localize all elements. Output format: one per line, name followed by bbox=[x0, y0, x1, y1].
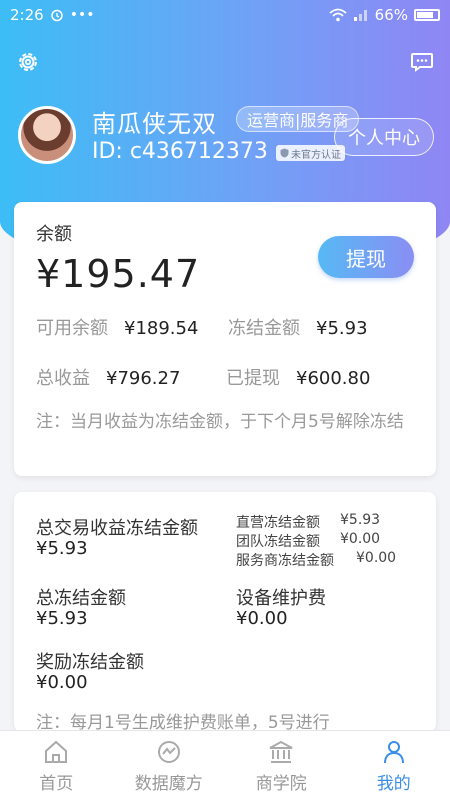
direct-frozen: 直营冻结金额 ¥5.93 bbox=[236, 512, 380, 532]
frozen-value: ¥5.93 bbox=[316, 318, 368, 339]
wifi-icon bbox=[329, 8, 347, 22]
frozen-details-card: 总交易收益冻结金额 ¥5.93 直营冻结金额 ¥5.93 团队冻结金额 ¥0.00 … bbox=[14, 492, 436, 733]
gear-icon bbox=[19, 53, 37, 71]
avatar[interactable] bbox=[18, 106, 76, 164]
balance-card: 余额 ¥195.47 提现 可用余额 ¥189.54 冻结金额 ¥5.93 总收益 ¥… bbox=[14, 202, 436, 476]
service-frozen: 服务商冻结金额 ¥0.00 bbox=[236, 550, 396, 570]
message-button[interactable] bbox=[408, 48, 436, 76]
status-time: 2:26 bbox=[10, 6, 44, 24]
maintenance-fee-value: ¥0.00 bbox=[236, 608, 288, 629]
tab-mine[interactable]: 我的 bbox=[338, 731, 450, 800]
withdrawn: 已提现 ¥600.80 bbox=[226, 364, 370, 390]
nickname: 南瓜侠无双 bbox=[92, 110, 217, 138]
total-income-label: 总收益 bbox=[36, 368, 90, 389]
official-badge-text: 未官方认证 bbox=[291, 149, 341, 161]
tab-mine-label: 我的 bbox=[376, 773, 411, 794]
available-balance: 可用余额 ¥189.54 bbox=[36, 314, 198, 340]
reward-frozen-value: ¥0.00 bbox=[36, 672, 88, 693]
balance-title: 余额 bbox=[36, 224, 72, 245]
total-income-value: ¥796.27 bbox=[106, 368, 181, 389]
direct-frozen-value: ¥5.93 bbox=[340, 512, 381, 528]
team-frozen: 团队冻结金额 ¥0.00 bbox=[236, 531, 380, 551]
available-label: 可用余额 bbox=[36, 318, 108, 339]
reward-frozen-title: 奖励冻结金额 bbox=[36, 652, 144, 673]
personal-center-button[interactable]: 个人中心 bbox=[334, 118, 434, 156]
user-id: ID: c436712373 bbox=[92, 139, 268, 164]
tab-home[interactable]: 首页 bbox=[0, 731, 113, 800]
message-icon bbox=[411, 53, 433, 72]
trade-frozen-value: ¥5.93 bbox=[36, 538, 88, 559]
trade-frozen-title: 总交易收益冻结金额 bbox=[36, 518, 198, 539]
settings-button[interactable] bbox=[14, 48, 42, 76]
more-dots-icon: ••• bbox=[69, 7, 95, 23]
alarm-icon bbox=[50, 9, 63, 22]
total-frozen-title: 总冻结金额 bbox=[36, 588, 126, 609]
battery-icon bbox=[414, 9, 440, 21]
direct-frozen-label: 直营冻结金额 bbox=[236, 515, 320, 531]
available-value: ¥189.54 bbox=[124, 318, 199, 339]
service-frozen-value: ¥0.00 bbox=[356, 550, 397, 566]
withdrawn-label: 已提现 bbox=[226, 368, 280, 389]
service-frozen-label: 服务商冻结金额 bbox=[236, 553, 334, 569]
tab-school[interactable]: 商学院 bbox=[225, 731, 338, 800]
signal-icon bbox=[353, 10, 367, 21]
total-frozen-value: ¥5.93 bbox=[36, 608, 88, 629]
shield-icon bbox=[280, 148, 289, 158]
home-icon bbox=[45, 740, 68, 763]
tab-data-label: 数据魔方 bbox=[134, 773, 203, 794]
frozen-label: 冻结金额 bbox=[228, 318, 300, 339]
tab-data[interactable]: 数据魔方 bbox=[113, 731, 226, 800]
team-frozen-value: ¥0.00 bbox=[340, 531, 381, 547]
status-bar: 2:26 ••• 66% bbox=[0, 0, 450, 30]
official-badge: 未官方认证 bbox=[276, 145, 345, 161]
maintenance-fee-title: 设备维护费 bbox=[236, 588, 326, 609]
withdraw-button[interactable]: 提现 bbox=[318, 236, 414, 278]
tab-home-label: 首页 bbox=[39, 773, 74, 794]
team-frozen-label: 团队冻结金额 bbox=[236, 534, 320, 550]
user-icon bbox=[383, 740, 404, 763]
frozen-balance: 冻结金额 ¥5.93 bbox=[228, 314, 368, 340]
data-icon bbox=[157, 740, 180, 763]
balance-note: 注：当月收益为冻结金额，于下个月5号解除冻结 bbox=[36, 412, 404, 432]
withdrawn-value: ¥600.80 bbox=[296, 368, 371, 389]
bottom-tab-bar: 首页 数据魔方 商学院 我的 bbox=[0, 730, 450, 800]
total-income: 总收益 ¥796.27 bbox=[36, 364, 180, 390]
tab-school-label: 商学院 bbox=[255, 773, 307, 794]
battery-percent: 66% bbox=[374, 6, 408, 24]
balance-amount: ¥195.47 bbox=[36, 252, 201, 296]
school-icon bbox=[269, 740, 293, 763]
